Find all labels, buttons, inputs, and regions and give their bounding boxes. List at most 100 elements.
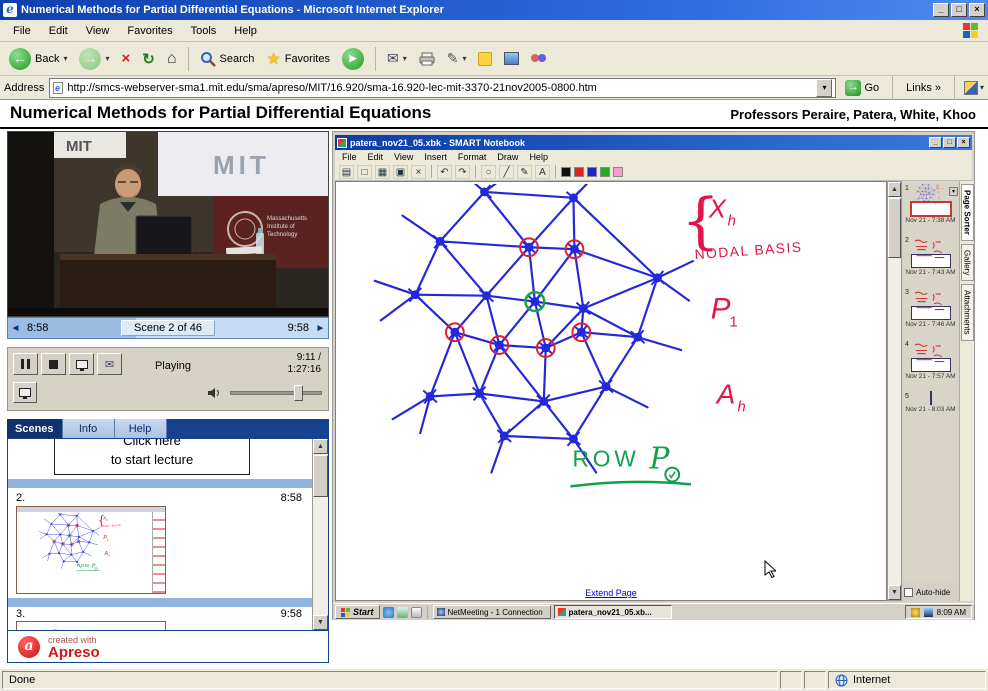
sn-open-icon[interactable]: ▤	[339, 165, 354, 179]
sn-paste-icon[interactable]: ▣	[393, 165, 408, 179]
go-button[interactable]: → Go	[841, 79, 883, 97]
sn-pen-black-icon[interactable]	[561, 167, 571, 177]
scene3-thumbnail[interactable]	[16, 621, 166, 631]
scene2-thumbnail[interactable]	[16, 506, 166, 594]
address-input[interactable]	[67, 82, 812, 94]
messenger-button[interactable]	[473, 44, 497, 74]
close-button[interactable]: ×	[969, 3, 985, 17]
sn-save-icon[interactable]: ▦	[375, 165, 390, 179]
canvas-scroll-down-icon[interactable]: ▼	[888, 585, 901, 600]
nb-menu-insert[interactable]: Insert	[424, 152, 447, 162]
popout-button[interactable]	[13, 382, 37, 403]
tray-display-icon[interactable]	[924, 608, 933, 617]
menu-help[interactable]: Help	[225, 23, 266, 39]
sn-pen-green-icon[interactable]	[600, 167, 610, 177]
sn-pen-blue-icon[interactable]	[587, 167, 597, 177]
sorter-page-2[interactable]: 2 Nov 21 - 7:43 AM	[903, 236, 958, 288]
canvas-scroll-up-icon[interactable]: ▲	[888, 182, 901, 197]
sn-text-icon[interactable]: A	[535, 165, 550, 179]
taskbar-notebook-button[interactable]: patera_nov21_05.xb...	[554, 605, 672, 619]
notebook-minimize-button[interactable]: _	[929, 137, 942, 148]
sorter-page-1[interactable]: 1 ▾ Nov 21 - 7:38 AM	[903, 184, 958, 236]
address-dropdown-button[interactable]: ▾	[816, 79, 832, 97]
nb-menu-file[interactable]: File	[342, 152, 357, 162]
scrollbar-thumb[interactable]	[313, 455, 328, 497]
autohide-checkbox[interactable]	[904, 588, 913, 597]
scene-slider[interactable]: ◄ 8:58 Scene 2 of 46 9:58 ►	[7, 317, 329, 339]
volume-button[interactable]	[204, 384, 224, 402]
mail-button[interactable]: ✉ ▾	[382, 44, 412, 74]
quicklaunch-ie-icon[interactable]	[383, 607, 394, 618]
nb-menu-format[interactable]: Format	[458, 152, 487, 162]
nb-menu-view[interactable]: View	[394, 152, 413, 162]
email-button[interactable]: ✉	[97, 353, 122, 375]
maximize-button[interactable]: □	[951, 3, 967, 17]
sn-delete-icon[interactable]: ×	[411, 165, 426, 179]
tab-page-sorter[interactable]: Page Sorter	[961, 184, 974, 241]
refresh-button[interactable]: ↻	[137, 44, 160, 74]
scroll-down-button[interactable]: ▼	[313, 615, 328, 630]
addon-button[interactable]: ▾	[964, 81, 984, 95]
menu-edit[interactable]: Edit	[40, 23, 77, 39]
tab-help[interactable]: Help	[115, 419, 167, 438]
apreso-branding[interactable]: a created with Apreso	[7, 631, 329, 663]
sorter-page-4[interactable]: 4 Nov 21 - 7:57 AM	[903, 340, 958, 392]
canvas-scrollbar-thumb[interactable]	[888, 198, 901, 258]
menu-view[interactable]: View	[77, 23, 119, 39]
tab-info[interactable]: Info	[63, 419, 115, 438]
media-button[interactable]: ▶	[337, 44, 369, 74]
search-button[interactable]: Search	[195, 44, 260, 74]
sorter-page-3[interactable]: 3 Nov 21 - 7:46 AM	[903, 288, 958, 340]
minimize-button[interactable]: _	[933, 3, 949, 17]
sn-pen-icon[interactable]: ✎	[517, 165, 532, 179]
sn-eraser-icon[interactable]	[613, 167, 623, 177]
nb-menu-edit[interactable]: Edit	[368, 152, 384, 162]
sn-new-page-icon[interactable]: □	[357, 165, 372, 179]
nb-menu-draw[interactable]: Draw	[497, 152, 518, 162]
sn-shape-icon[interactable]: ○	[481, 165, 496, 179]
autohide-control[interactable]: Auto-hide	[904, 586, 966, 599]
scene-list-scrollbar[interactable]: ▲ ▼	[312, 439, 328, 630]
notebook-close-button[interactable]: ×	[957, 137, 970, 148]
video-display[interactable]: MIT MIT Massachusetts Institute of Techn…	[7, 131, 329, 317]
print-button[interactable]	[414, 44, 440, 74]
start-lecture-item[interactable]: Click here to start lecture	[54, 438, 250, 475]
tray-volume-icon[interactable]	[911, 608, 920, 617]
favorites-button[interactable]: ★ Favorites	[261, 44, 335, 74]
scene-next-icon[interactable]: ►	[313, 323, 328, 334]
tab-attachments[interactable]: Attachments	[961, 284, 974, 340]
discuss-button[interactable]	[526, 44, 552, 74]
menu-favorites[interactable]: Favorites	[118, 23, 181, 39]
menu-tools[interactable]: Tools	[182, 23, 226, 39]
quicklaunch-page-icon[interactable]	[411, 607, 422, 618]
sorter-page-5[interactable]: 5 Nov 21 - 8:03 AM	[903, 392, 958, 444]
start-button[interactable]: Start	[335, 605, 380, 619]
canvas-scrollbar[interactable]: ▲ ▼	[887, 181, 902, 601]
pause-button[interactable]	[13, 353, 38, 375]
display-mode-button[interactable]	[69, 353, 94, 375]
notebook-maximize-button[interactable]: □	[943, 137, 956, 148]
page1-menu-icon[interactable]: ▾	[949, 187, 958, 196]
extend-page-link[interactable]: Extend Page	[336, 588, 886, 598]
volume-slider[interactable]	[230, 391, 322, 395]
quicklaunch-desktop-icon[interactable]	[397, 607, 408, 618]
back-button[interactable]: ← Back ▾	[4, 44, 72, 74]
sn-pen-red-icon[interactable]	[574, 167, 584, 177]
stop-playback-button[interactable]	[41, 353, 66, 375]
tab-gallery[interactable]: Gallery	[961, 244, 974, 281]
home-button[interactable]: ⌂	[162, 44, 182, 74]
sn-line-icon[interactable]: ╱	[499, 165, 514, 179]
stop-button[interactable]: ×	[117, 44, 136, 74]
forward-button[interactable]: → ▾	[74, 44, 114, 74]
research-button[interactable]	[499, 44, 524, 74]
links-button[interactable]: Links »	[902, 82, 945, 94]
sn-redo-icon[interactable]: ↷	[455, 165, 470, 179]
taskbar-netmeeting-button[interactable]: NetMeeting - 1 Connection	[433, 605, 551, 619]
scene-prev-icon[interactable]: ◄	[8, 323, 23, 334]
sn-undo-icon[interactable]: ↶	[437, 165, 452, 179]
volume-slider-handle[interactable]	[294, 385, 303, 401]
scroll-up-button[interactable]: ▲	[313, 439, 328, 454]
nb-menu-help[interactable]: Help	[529, 152, 548, 162]
edit-button[interactable]: ✎ ▾	[442, 44, 472, 74]
menu-file[interactable]: File	[4, 23, 40, 39]
